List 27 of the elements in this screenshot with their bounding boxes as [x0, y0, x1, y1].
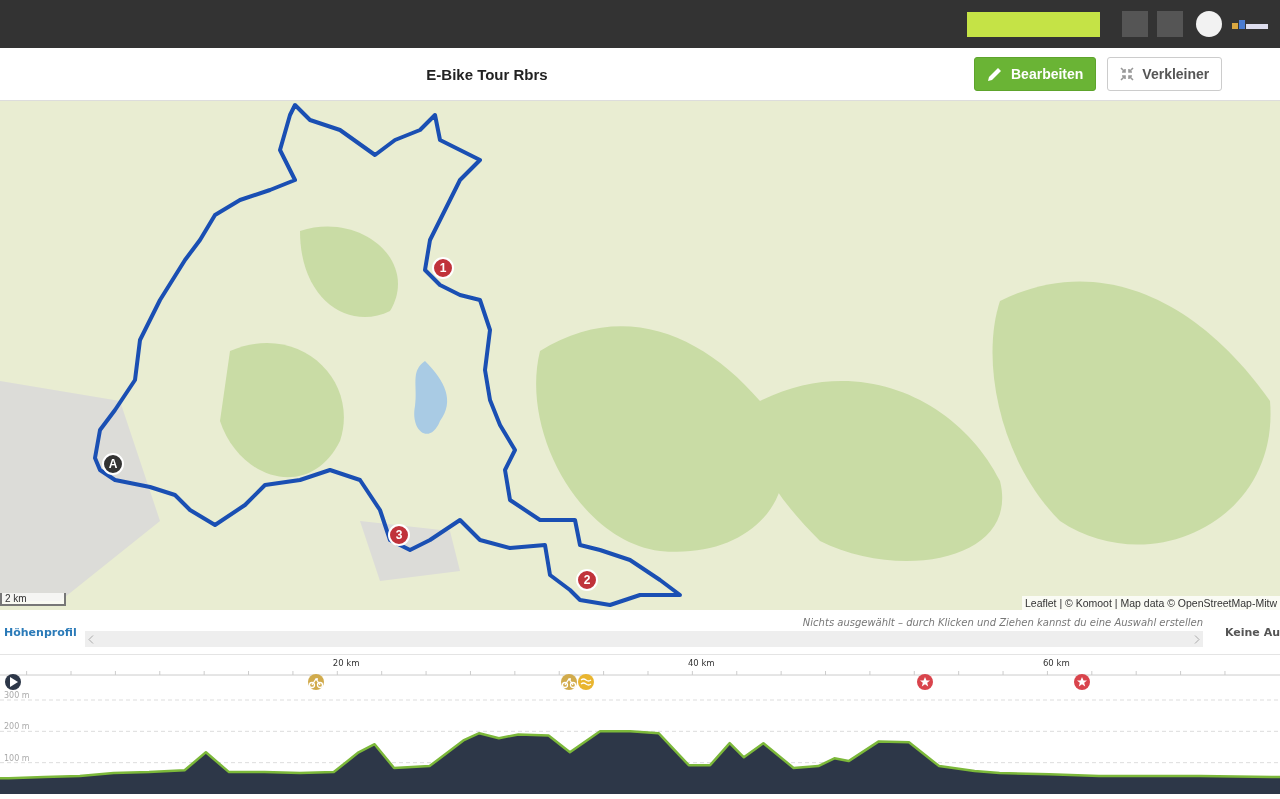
- y-tick-label: 300 m: [4, 691, 30, 700]
- blurred-button[interactable]: [967, 11, 1100, 37]
- map-scale: 2 km: [0, 593, 66, 606]
- x-tick-label: 20 km: [332, 658, 360, 668]
- y-tick-label: 100 m: [4, 753, 30, 763]
- shrink-button[interactable]: Verkleiner: [1107, 57, 1223, 91]
- star-icon[interactable]: [917, 674, 933, 690]
- logo-icon[interactable]: [1232, 19, 1270, 29]
- play-icon[interactable]: [5, 674, 21, 690]
- waves-icon[interactable]: [578, 674, 594, 690]
- star-icon[interactable]: [1074, 674, 1090, 690]
- collapse-icon: [1120, 67, 1135, 81]
- selection-hint: Nichts ausgewählt – durch Klicken und Ziehen kannst du eine Auswahl erstellen: [801, 617, 1203, 628]
- x-tick-label: 60 km: [1042, 658, 1070, 668]
- y-tick-label: 200 m: [4, 722, 30, 732]
- scroll-track[interactable]: [85, 631, 1203, 647]
- selection-label: Keine Au: [1224, 625, 1280, 639]
- tour-title: E-Bike Tour Rbrs: [425, 65, 549, 83]
- avatar-icon[interactable]: [1196, 11, 1222, 37]
- map-attribution: Leaflet | © Komoot | Map data © OpenStreetMap-Mitw: [1021, 596, 1280, 610]
- bicycle-icon[interactable]: [561, 674, 577, 690]
- chevron-right-icon[interactable]: [1193, 634, 1200, 644]
- chevron-left-icon[interactable]: [88, 634, 94, 644]
- bicycle-icon[interactable]: [308, 674, 324, 690]
- x-tick-label: 40 km: [687, 658, 715, 668]
- elevation-profile-dropdown[interactable]: Höhenprofil: [0, 625, 85, 639]
- pencil-icon: [987, 66, 1003, 82]
